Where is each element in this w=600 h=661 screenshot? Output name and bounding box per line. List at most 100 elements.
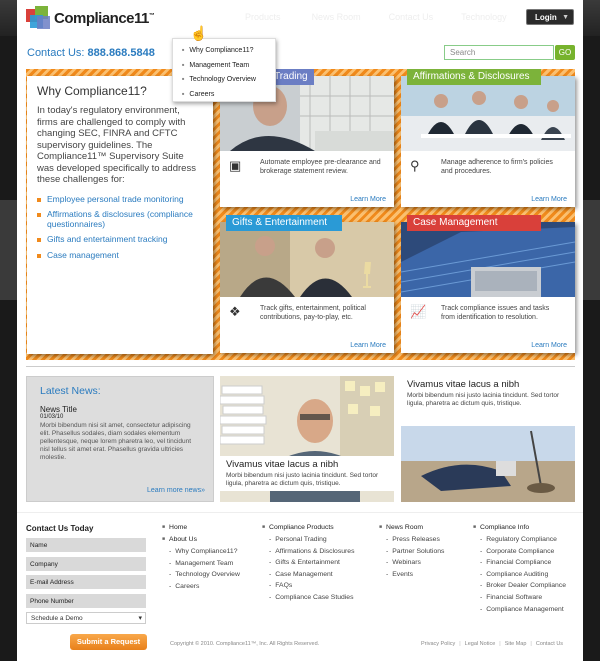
link-separator: |	[459, 641, 461, 647]
footer-link[interactable]: Case Management	[262, 571, 354, 578]
why-item-trade[interactable]: Employee personal trade monitoring	[37, 194, 203, 205]
nav-about-us[interactable]: About Us	[179, 0, 217, 24]
page: Compliance11™ About Us Products News Roo…	[17, 0, 583, 661]
hand-cursor-icon: ☝	[190, 25, 208, 41]
legal-links: Privacy Policy | Legal Notice | Site Map | …	[421, 641, 563, 647]
nav-contact-us[interactable]: Contact Us	[389, 0, 434, 36]
footer-col-home: Home About Us Why Compliance11? Manageme…	[162, 524, 240, 594]
footer-link[interactable]: FAQs	[262, 582, 354, 589]
card-photo	[401, 222, 575, 297]
footer-link[interactable]: Financial Compliance	[473, 559, 566, 566]
learn-more-link[interactable]: Learn More	[350, 196, 386, 203]
search-input[interactable]: Search	[444, 45, 554, 60]
feature-caption: Vivamus vitae lacus a nibh Morbi bibendu…	[401, 376, 575, 426]
company-field[interactable]: Company	[26, 556, 146, 571]
news-date: 01/03/10	[40, 414, 64, 420]
card-description: Track compliance issues and tasks from i…	[441, 305, 550, 321]
why-item-case[interactable]: Case management	[37, 250, 203, 261]
footer-link[interactable]: Affirmations & Disclosures	[262, 548, 354, 555]
footer-link[interactable]: Events	[379, 571, 444, 578]
news-heading: Latest News:	[40, 385, 101, 397]
nav-products[interactable]: Products	[245, 0, 281, 36]
footer-link[interactable]: Compliance Case Studies	[262, 594, 354, 601]
dropdown-item-why[interactable]: Why Compliance11?	[182, 43, 275, 58]
card-tag[interactable]: Case Management	[407, 215, 541, 231]
footer-link[interactable]: Webinars	[379, 559, 444, 566]
nav-news-room[interactable]: News Room	[312, 0, 361, 36]
footer-link[interactable]: Compliance Auditing	[473, 571, 566, 578]
footer-link[interactable]: Corporate Compliance	[473, 548, 566, 555]
footer-heading[interactable]: News Room	[379, 524, 444, 531]
footer-link[interactable]: Why Compliance11?	[162, 548, 240, 555]
learn-more-link[interactable]: Learn More	[531, 196, 567, 203]
gift-icon: ❖	[229, 304, 241, 319]
footer-link[interactable]: Partner Solutions	[379, 548, 444, 555]
card-photo	[220, 222, 394, 297]
footer-col-news: News Room Press Releases Partner Solutio…	[379, 524, 444, 582]
more-news-link[interactable]: Learn more news»	[147, 487, 205, 494]
contact-form: Contact Us Today Name Company E-mail Add…	[26, 524, 146, 624]
why-body: In today's regulatory environment, firms…	[37, 105, 196, 185]
footer-heading[interactable]: Compliance Info	[473, 524, 566, 531]
footer-link[interactable]: Financial Software	[473, 594, 566, 601]
feature-caption: Vivamus vitae lacus a nibh Morbi bibendu…	[220, 456, 394, 491]
card-description: Manage adherence to firm's policies and …	[441, 159, 553, 175]
card-description: Automate employee pre-clearance and brok…	[260, 159, 381, 175]
why-item-affirmations[interactable]: Affirmations & disclosures (compliance q…	[37, 209, 203, 229]
submit-button[interactable]: Submit a Request	[70, 634, 147, 650]
footer-link[interactable]: Compliance Management	[473, 606, 566, 613]
news-title[interactable]: News Title	[40, 405, 200, 414]
learn-more-link[interactable]: Learn More	[531, 342, 567, 349]
feature-title[interactable]: Vivamus vitae lacus a nibh	[407, 379, 569, 390]
footer-col-products: Compliance Products Personal Trading Aff…	[262, 524, 354, 606]
link-separator: |	[530, 641, 532, 647]
footer-link[interactable]: Careers	[162, 583, 240, 590]
why-item-gifts[interactable]: Gifts and entertainment tracking	[37, 234, 203, 245]
footer-link-home[interactable]: Home	[162, 524, 240, 531]
footer-link[interactable]: Technology Overview	[162, 571, 240, 578]
footer-link[interactable]: Press Releases	[379, 536, 444, 543]
chevron-down-icon: ▼	[562, 14, 569, 21]
contact-us-link[interactable]: Contact Us	[536, 641, 563, 647]
nav-technology[interactable]: Technology	[461, 0, 507, 36]
card-case-management: Case Management 📈 Track compliance issue…	[401, 215, 575, 353]
dropdown-item-management[interactable]: Management Team	[182, 58, 275, 73]
feature-title[interactable]: Vivamus vitae lacus a nibh	[226, 459, 388, 470]
section-divider	[26, 366, 575, 367]
demo-select[interactable]: Schedule a Demo	[26, 612, 146, 624]
link-separator: |	[499, 641, 501, 647]
footer-link[interactable]: Gifts & Entertainment	[262, 559, 354, 566]
feature-article-2[interactable]: Vivamus vitae lacus a nibh Morbi bibendu…	[401, 376, 575, 502]
copyright: Copyright © 2010. Compliance11™, Inc. Al…	[170, 641, 320, 647]
legal-notice-link[interactable]: Legal Notice	[465, 641, 496, 647]
footer-link[interactable]: Regulatory Compliance	[473, 536, 566, 543]
login-button[interactable]: Login ▼	[526, 9, 574, 25]
feature-article-1[interactable]: Vivamus vitae lacus a nibh Morbi bibendu…	[220, 376, 394, 502]
feature-body: Morbi bibendum nisi justo lacinia tincid…	[407, 392, 560, 407]
footer-link[interactable]: Broker Dealer Compliance	[473, 582, 566, 589]
brand-name: Compliance11™	[54, 9, 155, 27]
footer-col-info: Compliance Info Regulatory Compliance Co…	[473, 524, 566, 617]
phone-field[interactable]: Phone Number	[26, 593, 146, 608]
main-nav: About Us Products News Room Contact Us T…	[159, 0, 507, 36]
card-tag[interactable]: Gifts & Entertainment	[226, 215, 342, 231]
email-field[interactable]: E-mail Address	[26, 575, 146, 589]
search-go-button[interactable]: GO	[555, 45, 575, 60]
monitor-icon: ▣	[229, 158, 242, 173]
privacy-link[interactable]: Privacy Policy	[421, 641, 455, 647]
form-title: Contact Us Today	[26, 524, 94, 533]
card-tag[interactable]: Affirmations & Disclosures	[407, 69, 541, 85]
dropdown-item-technology[interactable]: Technology Overview	[182, 72, 275, 87]
site-map-link[interactable]: Site Map	[505, 641, 527, 647]
footer-heading[interactable]: Compliance Products	[262, 524, 354, 531]
logo[interactable]: Compliance11™	[17, 0, 159, 36]
footer-link[interactable]: Management Team	[162, 560, 240, 567]
footer-link-about[interactable]: About Us	[162, 536, 240, 543]
card-affirmations: Affirmations & Disclosures ⚲ Manage adhe…	[401, 69, 575, 207]
learn-more-link[interactable]: Learn More	[350, 342, 386, 349]
card-description: Track gifts, entertainment, political co…	[260, 305, 366, 321]
feature-photo	[401, 426, 575, 502]
dropdown-item-careers[interactable]: Careers	[182, 87, 275, 102]
footer-link[interactable]: Personal Trading	[262, 536, 354, 543]
name-field[interactable]: Name	[26, 538, 146, 552]
